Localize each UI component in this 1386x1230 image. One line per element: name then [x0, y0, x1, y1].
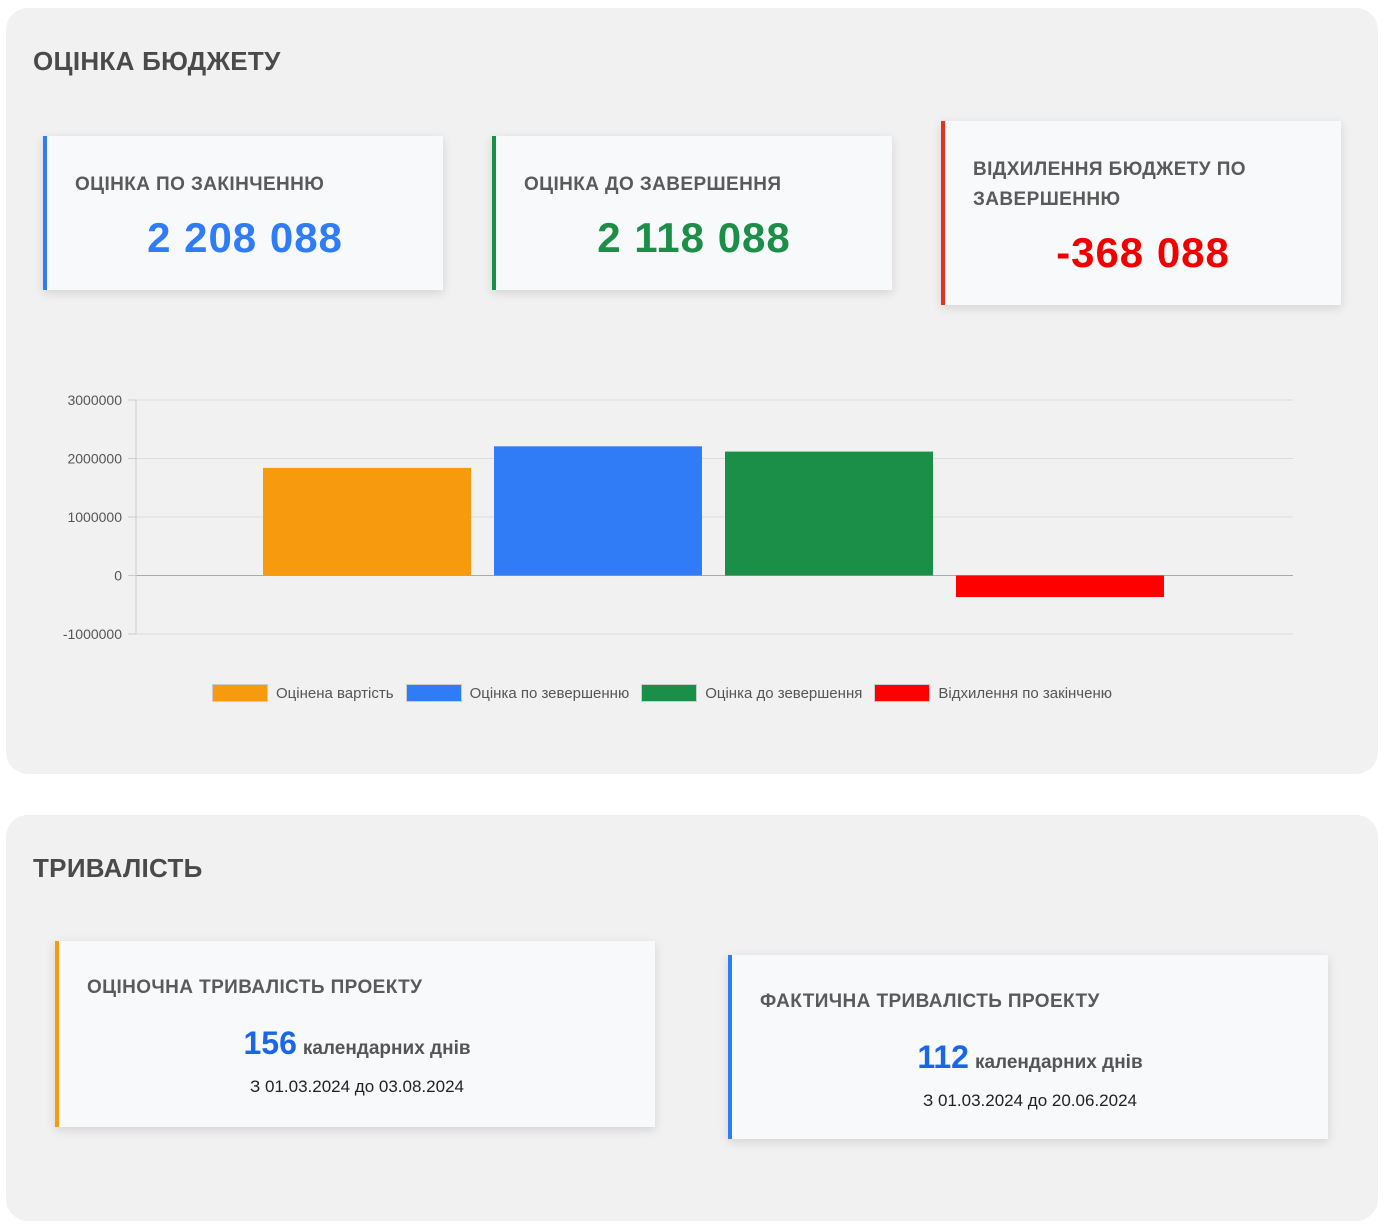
eac-card: ОЦІНКА ПО ЗАКІНЧЕННЮ 2 208 088 [43, 136, 443, 290]
y-tick-label: 2000000 [67, 451, 122, 467]
estimated-duration-value: 156 календарних днів [59, 1025, 655, 1062]
budget-panel: ОЦІНКА БЮДЖЕТУ ОЦІНКА ПО ЗАКІНЧЕННЮ 2 20… [6, 8, 1378, 774]
estimated-days: 156 [243, 1025, 297, 1061]
budget-chart-svg: 3000000 2000000 1000000 0 -1000000 [63, 392, 1293, 642]
etc-card: ОЦІНКА ДО ЗАВЕРШЕННЯ 2 118 088 [492, 136, 892, 290]
estimated-date-range: З 01.03.2024 до 03.08.2024 [250, 1077, 464, 1096]
duration-panel: ТРИВАЛІСТЬ ОЦІНОЧНА ТРИВАЛІСТЬ ПРОЕКТУ 1… [6, 815, 1378, 1221]
vac-value: -368 088 [1056, 229, 1230, 276]
legend-label: Оцінена вартість [276, 684, 394, 702]
bar-3[interactable] [725, 451, 933, 576]
duration-title: ТРИВАЛІСТЬ [33, 853, 203, 883]
actual-duration-card: ФАКТИЧНА ТРИВАЛІСТЬ ПРОЕКТУ 112 календарн… [728, 955, 1328, 1139]
bar-1[interactable] [263, 467, 471, 576]
legend-item[interactable]: Оцінка по зевершенню [405, 684, 630, 702]
etc-label: ОЦІНКА ДО ЗАВЕРШЕННЯ [524, 174, 782, 195]
legend-label: Відхилення по закінченю [938, 684, 1113, 702]
actual-duration-value: 112 календарних днів [732, 1039, 1328, 1076]
estimated-duration-card: ОЦІНОЧНА ТРИВАЛІСТЬ ПРОЕКТУ 156 календарн… [55, 941, 655, 1127]
legend-item[interactable]: Оцінена вартість [212, 684, 394, 702]
y-tick-label: -1000000 [63, 626, 122, 642]
bar-4[interactable] [956, 575, 1164, 598]
chart-legend: Оцінена вартість Оцінка по зевершенню Оцін… [212, 683, 1124, 703]
y-tick-label: 1000000 [67, 509, 122, 525]
estimated-duration-label: ОЦІНОЧНА ТРИВАЛІСТЬ ПРОЕКТУ [87, 977, 423, 998]
legend-swatch [641, 684, 698, 702]
bar-2[interactable] [494, 446, 702, 576]
actual-days-unit: календарних днів [974, 1052, 1143, 1073]
vac-label: ВІДХИЛЕННЯ БЮДЖЕТУ ПО ЗАВЕРШЕННЮ [973, 159, 1246, 210]
actual-date-range: З 01.03.2024 до 20.06.2024 [923, 1091, 1137, 1110]
y-tick-label: 0 [114, 568, 122, 584]
legend-swatch [874, 684, 931, 702]
legend-swatch [212, 684, 268, 702]
actual-duration-label: ФАКТИЧНА ТРИВАЛІСТЬ ПРОЕКТУ [760, 991, 1100, 1012]
eac-value: 2 208 088 [147, 214, 343, 261]
budget-title: ОЦІНКА БЮДЖЕТУ [33, 46, 281, 76]
y-tick-label: 3000000 [67, 392, 122, 408]
eac-label: ОЦІНКА ПО ЗАКІНЧЕННЮ [75, 174, 325, 195]
etc-value: 2 118 088 [597, 214, 791, 261]
legend-item[interactable]: Відхилення по закінченю [874, 684, 1112, 702]
budget-chart: 3000000 2000000 1000000 0 -1000000 [6, 378, 1378, 718]
estimated-days-unit: календарних днів [302, 1038, 471, 1059]
vac-card: ВІДХИЛЕННЯ БЮДЖЕТУ ПО ЗАВЕРШЕННЮ -368 08… [941, 121, 1341, 305]
legend-swatch [405, 684, 462, 702]
actual-days: 112 [917, 1039, 969, 1075]
legend-label: Оцінка до зевершення [705, 684, 863, 702]
legend-label: Оцінка по зевершенню [469, 684, 630, 702]
legend-item[interactable]: Оцінка до зевершення [641, 684, 862, 702]
